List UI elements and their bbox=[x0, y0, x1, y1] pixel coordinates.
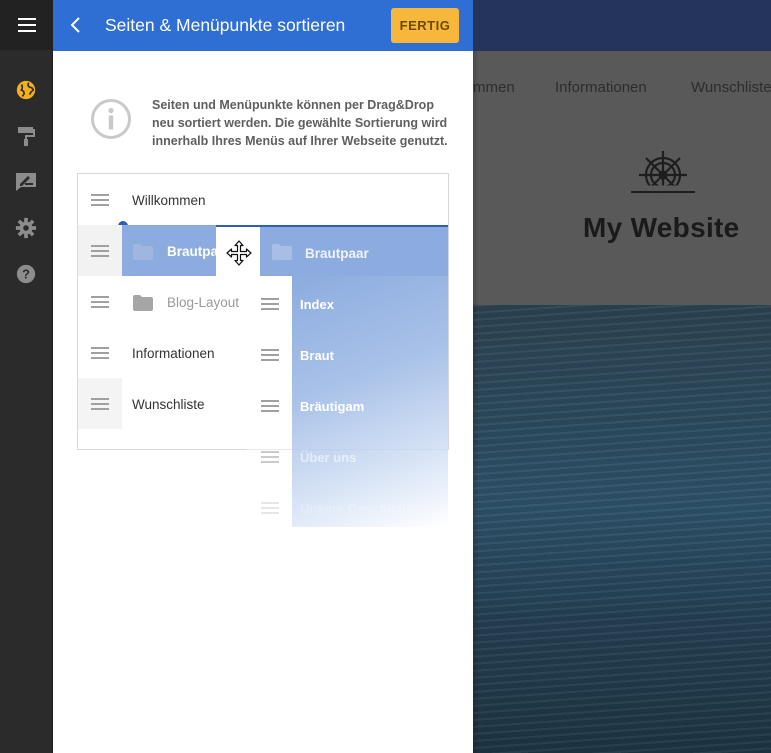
drag-ghost-child-label: Über uns bbox=[300, 450, 357, 465]
drag-handle-icon[interactable] bbox=[78, 378, 122, 429]
drag-ghost-child: Bräutigam bbox=[247, 380, 448, 431]
drag-handle-icon bbox=[247, 380, 292, 431]
drag-ghost-child-label: Bräutigam bbox=[300, 399, 365, 414]
panel-shadow bbox=[473, 51, 479, 753]
list-item-label: Blog-Layout bbox=[167, 295, 240, 310]
list-item-label: Brautpaar bbox=[167, 244, 231, 259]
list-item[interactable]: Willkommen bbox=[78, 174, 448, 231]
globe-icon[interactable] bbox=[14, 78, 38, 102]
edit-sign-icon[interactable] bbox=[14, 170, 38, 194]
drag-ghost-child-label: Braut bbox=[300, 348, 334, 363]
list-item-label: Wunschliste bbox=[132, 397, 205, 412]
done-button[interactable]: FERTIG bbox=[391, 8, 459, 43]
drag-ghost-child: Braut bbox=[247, 329, 448, 380]
icon-sidebar: ? bbox=[0, 0, 53, 753]
drag-ghost-child: Index bbox=[247, 278, 448, 329]
hamburger-icon bbox=[17, 18, 36, 32]
drag-handle-icon[interactable] bbox=[78, 225, 122, 276]
gear-icon[interactable] bbox=[14, 216, 38, 240]
panel-header: Seiten & Menüpunkte sortieren FERTIG bbox=[53, 0, 473, 51]
website-preview: Willkommen Informationen Wunschliste My … bbox=[473, 0, 771, 753]
drag-ghost-child: Unsere Geschichte bbox=[247, 482, 448, 533]
drag-handle-icon bbox=[247, 482, 292, 533]
preview-site-title: My Website bbox=[583, 212, 740, 243]
preview-nav-item: Wunschliste bbox=[691, 79, 771, 96]
preview-nav-item: Willkommen bbox=[473, 79, 515, 96]
preview-top-bar bbox=[473, 0, 771, 51]
info-text: Seiten und Menüpunkte können per Drag&Dr… bbox=[152, 98, 448, 148]
preview-hero-image bbox=[473, 305, 771, 753]
drag-ghost: Brautpaar Index Braut Bräutigam Über uns… bbox=[247, 227, 448, 527]
folder-icon bbox=[272, 244, 292, 260]
drag-handle-icon[interactable] bbox=[78, 174, 122, 225]
hamburger-menu-button[interactable] bbox=[0, 0, 53, 50]
drag-ghost-child: Über uns bbox=[247, 431, 448, 482]
folder-icon bbox=[133, 295, 153, 311]
drag-ghost-child-label: Index bbox=[300, 297, 334, 312]
info-circle-icon bbox=[91, 99, 131, 139]
drag-handle-icon bbox=[247, 431, 292, 482]
drag-ghost-child-label: Unsere Geschichte bbox=[300, 501, 418, 516]
chevron-left-icon bbox=[70, 17, 80, 33]
drag-handle-icon[interactable] bbox=[78, 327, 122, 378]
list-item-label: Informationen bbox=[132, 346, 215, 361]
paint-roller-icon[interactable] bbox=[14, 124, 38, 148]
panel-title: Seiten & Menüpunkte sortieren bbox=[105, 15, 346, 35]
drag-ghost-label: Brautpaar bbox=[305, 246, 369, 261]
help-icon[interactable]: ? bbox=[14, 262, 38, 286]
preview-header: Willkommen Informationen Wunschliste bbox=[473, 51, 771, 305]
drag-ghost-header: Brautpaar bbox=[260, 227, 448, 276]
sort-pages-panel: Seiten & Menüpunkte sortieren FERTIG Sei… bbox=[53, 0, 473, 753]
folder-icon bbox=[133, 244, 153, 260]
back-button[interactable] bbox=[63, 12, 89, 38]
drag-handle-icon[interactable] bbox=[78, 276, 122, 327]
list-item-label: Willkommen bbox=[132, 193, 206, 208]
move-cursor-icon bbox=[226, 240, 252, 266]
drag-handle-icon bbox=[247, 278, 292, 329]
svg-text:?: ? bbox=[22, 267, 30, 282]
preview-nav-item: Informationen bbox=[555, 79, 647, 96]
ship-wheel-icon bbox=[627, 151, 699, 194]
drag-handle-icon bbox=[247, 329, 292, 380]
